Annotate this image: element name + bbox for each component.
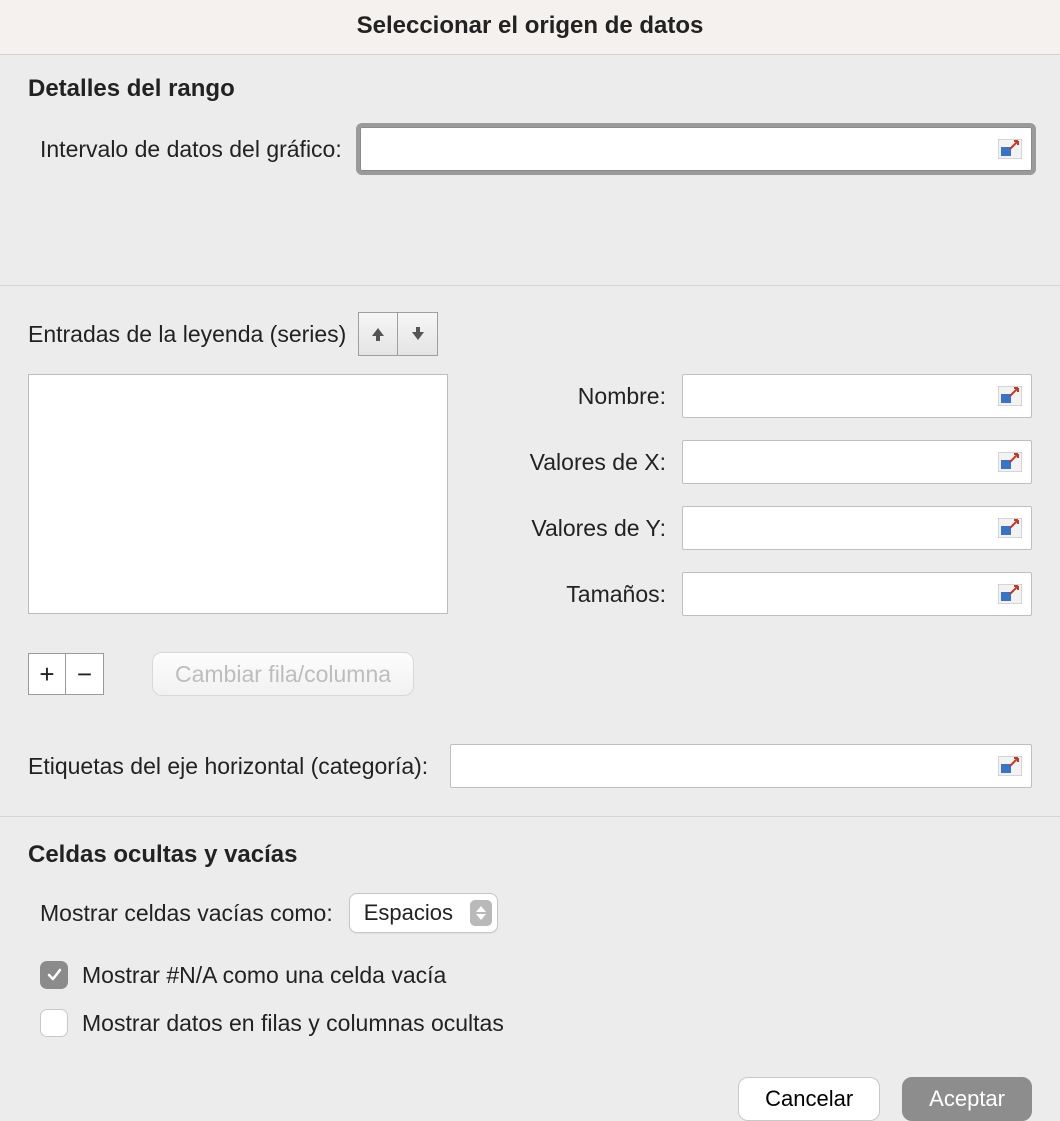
series-listbox[interactable] <box>28 374 448 614</box>
show-na-as-empty-checkbox[interactable] <box>40 961 68 989</box>
dialog-title: Seleccionar el origen de datos <box>0 0 1060 55</box>
series-y-label: Valores de Y: <box>476 515 666 542</box>
chart-data-range-input[interactable] <box>360 127 1032 171</box>
series-name-input[interactable] <box>682 374 1032 418</box>
series-name-label: Nombre: <box>476 383 666 410</box>
range-details-heading: Detalles del rango <box>28 75 1032 103</box>
horizontal-axis-labels-label: Etiquetas del eje horizontal (categoría)… <box>28 753 428 780</box>
dialog-footer: Cancelar Aceptar <box>0 1037 1060 1121</box>
hidden-empty-heading: Celdas ocultas y vacías <box>28 841 1032 869</box>
series-sizes-picker-icon[interactable] <box>998 584 1022 604</box>
series-x-label: Valores de X: <box>476 449 666 476</box>
remove-series-button[interactable]: − <box>66 653 104 695</box>
add-series-button[interactable]: + <box>28 653 66 695</box>
series-sizes-label: Tamaños: <box>476 581 666 608</box>
show-empty-value: Espacios <box>364 900 453 926</box>
move-series-down-button[interactable] <box>398 312 438 356</box>
series-sizes-input[interactable] <box>682 572 1032 616</box>
show-empty-label: Mostrar celdas vacías como: <box>40 900 333 927</box>
series-x-input[interactable] <box>682 440 1032 484</box>
series-name-picker-icon[interactable] <box>998 386 1022 406</box>
show-hidden-data-checkbox[interactable] <box>40 1009 68 1037</box>
series-y-picker-icon[interactable] <box>998 518 1022 538</box>
show-na-as-empty-label: Mostrar #N/A como una celda vacía <box>82 962 446 989</box>
show-hidden-data-label: Mostrar datos en filas y columnas oculta… <box>82 1010 504 1037</box>
ok-button[interactable]: Aceptar <box>902 1077 1032 1121</box>
horizontal-axis-labels-input[interactable] <box>450 744 1032 788</box>
legend-entries-label: Entradas de la leyenda (series) <box>28 321 358 348</box>
legend-section: Entradas de la leyenda (series) Nombre: … <box>0 286 1060 788</box>
series-x-picker-icon[interactable] <box>998 452 1022 472</box>
chart-data-range-label: Intervalo de datos del gráfico: <box>40 136 342 163</box>
updown-icon <box>470 900 492 926</box>
series-y-input[interactable] <box>682 506 1032 550</box>
hidden-empty-section: Celdas ocultas y vacías Mostrar celdas v… <box>0 817 1060 1037</box>
range-details-section: Detalles del rango Intervalo de datos de… <box>0 55 1060 171</box>
cancel-button[interactable]: Cancelar <box>738 1077 880 1121</box>
move-series-up-button[interactable] <box>358 312 398 356</box>
switch-row-column-button: Cambiar fila/columna <box>152 652 414 696</box>
horizontal-axis-picker-icon[interactable] <box>998 756 1022 776</box>
range-picker-icon[interactable] <box>998 139 1022 159</box>
